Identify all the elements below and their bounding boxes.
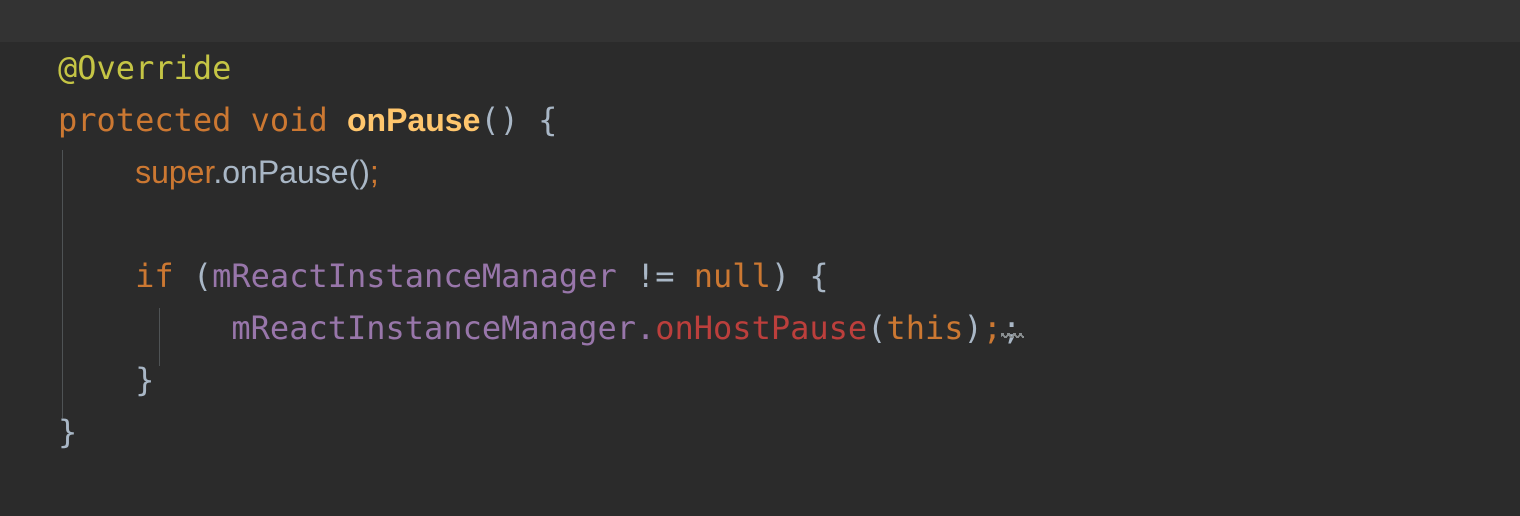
token-punctuation-open-paren: ( bbox=[173, 257, 213, 295]
token-method-call-onpause: .onPause() bbox=[213, 154, 370, 190]
token-keyword-null: null bbox=[693, 257, 771, 295]
token-keyword-super: super bbox=[135, 154, 214, 190]
token-punctuation-close-paren: ) bbox=[963, 309, 983, 347]
token-punctuation: () { bbox=[480, 101, 558, 139]
token-semicolon: ; bbox=[369, 154, 379, 190]
code-line[interactable]: @Override bbox=[0, 42, 1520, 94]
token-stray-semicolon-error: ; bbox=[1002, 309, 1022, 347]
code-line[interactable]: if (mReactInstanceManager != null) { bbox=[0, 250, 1520, 302]
token-keyword-this: this bbox=[886, 309, 964, 347]
token-unresolved-method-onhostpause: onHostPause bbox=[655, 309, 868, 347]
code-line[interactable]: super.onPause(); bbox=[0, 146, 1520, 198]
editor-top-bar bbox=[0, 0, 1520, 42]
token-keyword-void: void bbox=[250, 101, 328, 139]
token-annotation: @Override bbox=[58, 49, 232, 87]
token-punctuation-open-paren: ( bbox=[867, 309, 887, 347]
token-closing-brace: } bbox=[135, 361, 155, 399]
code-line[interactable]: protected void onPause() { bbox=[0, 94, 1520, 146]
token-punctuation-close-paren-brace: ) { bbox=[770, 257, 829, 295]
token-keyword-protected: protected bbox=[58, 101, 232, 139]
code-line[interactable]: } bbox=[0, 354, 1520, 406]
token-field-mreactinstancemanager: mReactInstanceManager bbox=[212, 257, 617, 295]
token-method-name-onpause: onPause bbox=[346, 102, 481, 138]
token-field-mreactinstancemanager: mReactInstanceManager bbox=[231, 309, 636, 347]
token-closing-brace: } bbox=[58, 413, 78, 451]
token-semicolon: ; bbox=[982, 309, 1003, 347]
code-line[interactable]: mReactInstanceManager.onHostPause(this);… bbox=[0, 302, 1520, 354]
code-editor-surface[interactable]: @Override protected void onPause() { sup… bbox=[0, 42, 1520, 516]
token-keyword-if: if bbox=[135, 257, 174, 295]
code-editor-window: @Override protected void onPause() { sup… bbox=[0, 0, 1520, 516]
code-line-blank[interactable] bbox=[0, 198, 1520, 250]
token-operator-not-equal: != bbox=[616, 257, 694, 295]
token-punctuation-dot: . bbox=[635, 309, 656, 347]
code-line[interactable]: } bbox=[0, 406, 1520, 458]
code-line-list: @Override protected void onPause() { sup… bbox=[0, 42, 1520, 458]
